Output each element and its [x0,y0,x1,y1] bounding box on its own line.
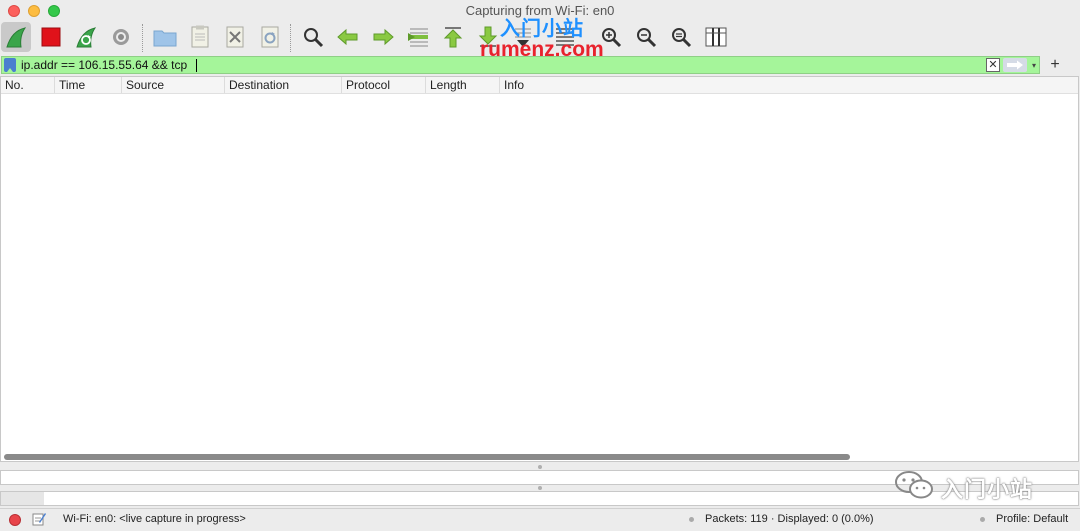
packet-bytes-pane[interactable] [0,491,1079,506]
column-header-info[interactable]: Info [500,77,1078,93]
filter-bookmark-icon[interactable] [4,58,16,72]
stop-capture-icon[interactable] [36,22,66,52]
column-header-source[interactable]: Source [122,77,225,93]
wireshark-window: Capturing from Wi-Fi: en0 入门小站 rumenz.co… [0,0,1080,531]
status-separator [980,517,985,522]
capture-options-icon[interactable] [106,22,136,52]
clear-filter-button[interactable]: ✕ [986,58,1000,72]
arrow-right-icon [1007,60,1023,70]
filter-history-dropdown[interactable]: ▾ [1029,58,1039,72]
go-to-packet-icon[interactable] [403,22,433,52]
close-file-icon[interactable] [220,22,250,52]
save-file-icon[interactable] [185,22,215,52]
splitter-handle [538,464,542,469]
add-filter-button[interactable]: + [1047,56,1063,74]
zoom-reset-icon[interactable] [666,22,696,52]
colorize-icon[interactable] [550,22,580,52]
display-filter-bar: ip.addr == 106.15.55.64 && tcp ✕ ▾ [1,56,1040,74]
packet-count-text: Packets: 119 · Displayed: 0 (0.0%) [705,513,874,525]
text-caret [196,59,197,72]
go-back-icon[interactable] [333,22,363,52]
packet-list-pane[interactable]: No. Time Source Destination Protocol Len… [0,76,1079,462]
main-toolbar [0,20,1080,54]
zoom-in-icon[interactable] [596,22,626,52]
window-title: Capturing from Wi-Fi: en0 [465,3,615,18]
profile-text[interactable]: Profile: Default [996,513,1068,525]
go-last-icon[interactable] [473,22,503,52]
resize-columns-icon[interactable] [701,22,731,52]
status-bar: Wi-Fi: en0: <live capture in progress> P… [0,508,1080,531]
column-header-time[interactable]: Time [55,77,122,93]
capture-status-text: Wi-Fi: en0: <live capture in progress> [63,513,246,525]
column-header-protocol[interactable]: Protocol [342,77,426,93]
display-filter-input[interactable]: ip.addr == 106.15.55.64 && tcp [21,57,961,73]
title-bar: Capturing from Wi-Fi: en0 [0,0,1080,22]
capture-comment-icon[interactable] [32,512,46,526]
start-capture-icon[interactable] [1,22,31,52]
horizontal-scrollbar[interactable] [4,454,850,460]
zoom-out-icon[interactable] [631,22,661,52]
go-forward-icon[interactable] [368,22,398,52]
packet-details-pane[interactable] [0,470,1079,485]
reload-file-icon[interactable] [255,22,285,52]
pane-splitter[interactable] [0,463,1080,470]
status-separator [689,517,694,522]
find-packet-icon[interactable] [298,22,328,52]
restart-capture-icon[interactable] [71,22,101,52]
open-file-icon[interactable] [150,22,180,52]
go-first-icon[interactable] [438,22,468,52]
auto-scroll-icon[interactable] [508,22,538,52]
splitter-handle [538,485,542,490]
toolbar-separator [142,24,143,52]
column-header-length[interactable]: Length [426,77,500,93]
column-header-destination[interactable]: Destination [225,77,342,93]
toolbar-separator [290,24,291,52]
packet-list-header: No. Time Source Destination Protocol Len… [1,77,1078,94]
pane-splitter[interactable] [0,484,1080,491]
column-header-no[interactable]: No. [1,77,55,93]
expert-info-icon[interactable] [9,514,21,526]
apply-filter-button[interactable] [1003,58,1027,72]
bytes-tab[interactable] [1,492,44,505]
